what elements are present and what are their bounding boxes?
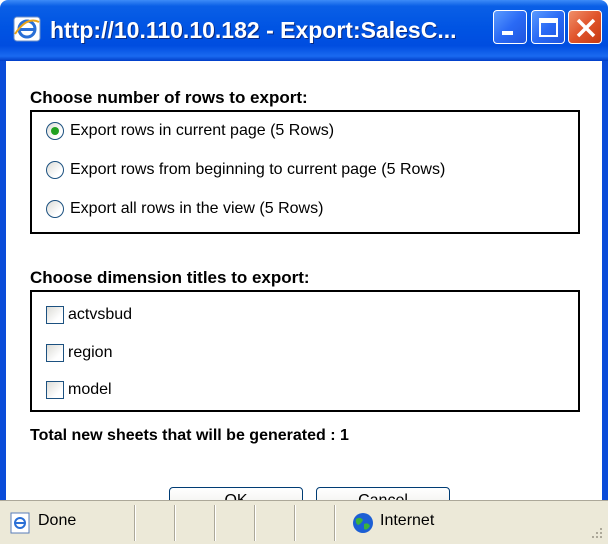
checkbox-option-model[interactable]: model: [46, 381, 112, 399]
title-bar[interactable]: http://10.110.10.182 - Export:SalesC...: [0, 0, 608, 61]
status-pane: [134, 505, 174, 541]
dimension-options-box: actvsbud region model: [30, 290, 580, 412]
ok-button[interactable]: OK: [169, 487, 303, 500]
status-text: Done: [38, 512, 77, 529]
minimize-button[interactable]: [493, 10, 527, 44]
rows-options-box: Export rows in current page (5 Rows) Exp…: [30, 110, 580, 234]
radio-option-beginning-to-current[interactable]: Export rows from beginning to current pa…: [46, 161, 445, 179]
status-bar: Done Internet: [0, 500, 608, 544]
maximize-button[interactable]: [531, 10, 565, 44]
status-pane: [254, 505, 294, 541]
radio-label: Export rows from beginning to current pa…: [70, 161, 446, 178]
checkbox[interactable]: [46, 344, 64, 362]
window-title: http://10.110.10.182 - Export:SalesC...: [50, 17, 457, 43]
checkbox[interactable]: [46, 306, 64, 324]
checkbox[interactable]: [46, 381, 64, 399]
status-pane: [214, 505, 254, 541]
radio-option-current-page[interactable]: Export rows in current page (5 Rows): [46, 122, 334, 140]
status-pane: [294, 505, 334, 541]
page-done-icon: [10, 512, 30, 534]
total-sheets-summary: Total new sheets that will be generated …: [30, 427, 349, 444]
radio-button[interactable]: [46, 161, 64, 179]
dialog-content: Choose number of rows to export: Export …: [6, 61, 602, 500]
close-icon: [576, 18, 596, 38]
status-pane: [174, 505, 214, 541]
checkbox-label: actvsbud: [68, 306, 133, 323]
cancel-button[interactable]: Cancel: [316, 487, 450, 500]
radio-label: Export rows in current page (5 Rows): [70, 122, 335, 139]
radio-button[interactable]: [46, 200, 64, 218]
radio-option-all-rows[interactable]: Export all rows in the view (5 Rows): [46, 200, 323, 218]
maximize-icon: [539, 18, 558, 37]
window-frame-right: [602, 61, 608, 500]
security-zone-label: Internet: [380, 512, 435, 529]
checkbox-label: model: [68, 381, 112, 398]
resize-grip-icon[interactable]: [588, 524, 604, 540]
checkbox-label: region: [68, 344, 113, 361]
close-button[interactable]: [568, 10, 602, 44]
internet-explorer-icon: [13, 16, 41, 42]
radio-button-checked[interactable]: [46, 122, 64, 140]
radio-label: Export all rows in the view (5 Rows): [70, 200, 324, 217]
minimize-icon: [502, 31, 513, 35]
globe-icon: [353, 513, 373, 533]
checkbox-option-region[interactable]: region: [46, 344, 112, 362]
checkbox-option-actvsbud[interactable]: actvsbud: [46, 306, 132, 324]
rows-section-title: Choose number of rows to export:: [30, 88, 308, 107]
dimension-section-title: Choose dimension titles to export:: [30, 268, 310, 287]
